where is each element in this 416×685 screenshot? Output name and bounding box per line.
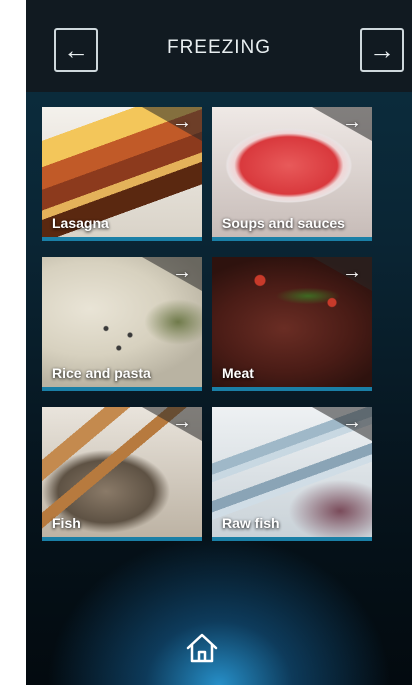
arrow-right-icon: →	[342, 411, 362, 433]
tile-label: Soups and sauces	[222, 215, 345, 231]
tile-raw-fish[interactable]: → Raw fish	[212, 407, 372, 541]
arrow-right-icon: →	[369, 35, 395, 65]
forward-button[interactable]: →	[360, 28, 404, 72]
tile-label: Fish	[52, 515, 81, 531]
tile-soups-and-sauces[interactable]: → Soups and sauces	[212, 107, 372, 241]
top-bar: ← FREEZING →	[26, 0, 412, 92]
arrow-right-icon: →	[342, 111, 362, 133]
tile-meat[interactable]: → Meat	[212, 257, 372, 391]
arrow-right-icon: →	[172, 261, 192, 283]
category-grid: → Lasagna → Soups and sauces → Rice and …	[42, 107, 372, 541]
arrow-right-icon: →	[172, 111, 192, 133]
arrow-right-icon: →	[342, 261, 362, 283]
tile-label: Meat	[222, 365, 254, 381]
tile-label: Raw fish	[222, 515, 280, 531]
tile-lasagna[interactable]: → Lasagna	[42, 107, 202, 241]
tile-fish[interactable]: → Fish	[42, 407, 202, 541]
arrow-right-icon: →	[172, 411, 192, 433]
home-icon	[186, 633, 218, 663]
page-title: FREEZING	[166, 37, 272, 58]
tile-label: Lasagna	[52, 215, 109, 231]
tile-label: Rice and pasta	[52, 365, 151, 381]
tile-rice-and-pasta[interactable]: → Rice and pasta	[42, 257, 202, 391]
home-button[interactable]	[182, 628, 222, 668]
